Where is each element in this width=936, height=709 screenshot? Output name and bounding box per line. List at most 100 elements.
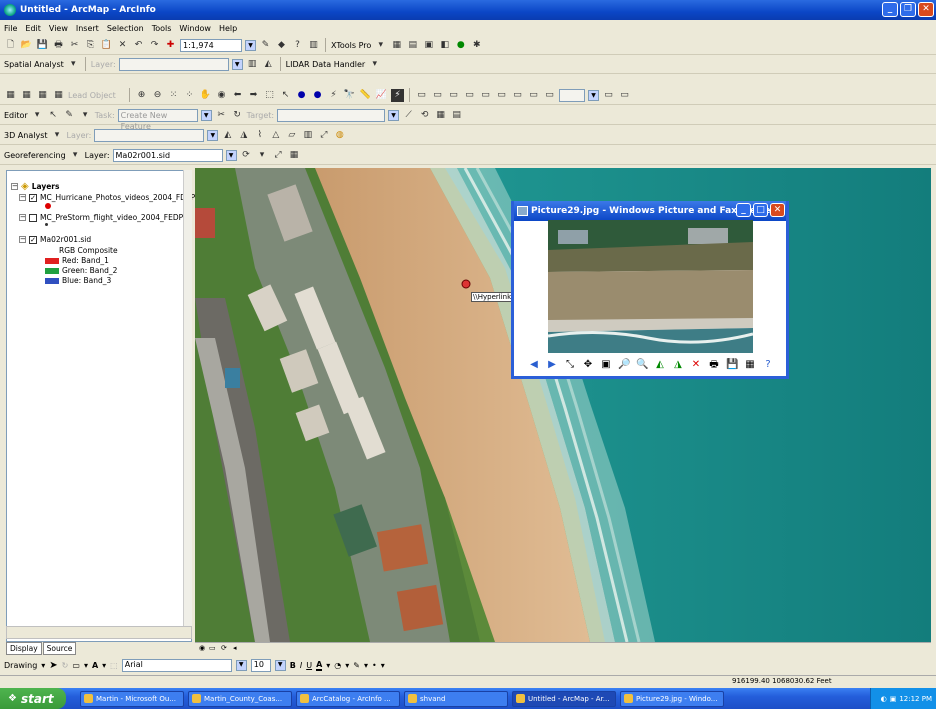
minimize-button[interactable]: _ xyxy=(882,2,898,17)
drawing-dropdown-icon[interactable]: ▾ xyxy=(41,661,45,670)
editor-dropdown-icon[interactable]: ▾ xyxy=(31,109,44,122)
slideshow-icon[interactable]: ▣ xyxy=(600,359,612,371)
rectangle-icon[interactable]: ▭ xyxy=(72,661,80,670)
catalog-icon[interactable]: ▣ xyxy=(422,39,435,52)
sa-layer-combo[interactable] xyxy=(118,57,229,71)
georef-dropdown-icon[interactable]: ▾ xyxy=(69,149,82,162)
print-icon[interactable]: 🖶 xyxy=(708,359,720,371)
georeferencing-menu[interactable]: Georeferencing xyxy=(4,151,66,160)
collapse-icon[interactable]: − xyxy=(19,194,26,201)
font-size-combo[interactable]: 10 xyxy=(250,658,271,672)
toolbar-icon-2[interactable]: ▦ xyxy=(20,89,33,102)
toc-layer[interactable]: − MC_PreStorm_flight_video_2004_FEDP xyxy=(19,213,183,222)
delete-icon[interactable]: ✕ xyxy=(116,39,129,52)
sketch-properties-icon[interactable]: ▤ xyxy=(450,109,463,122)
model-icon[interactable]: ▥ xyxy=(307,39,320,52)
layer-checkbox[interactable]: ✓ xyxy=(29,193,37,202)
start-button[interactable]: ❖ start xyxy=(0,688,66,709)
line-color-icon[interactable]: ✎ xyxy=(353,661,360,670)
taskbar-item[interactable]: ArcCatalog - ArcInfo ... xyxy=(296,690,400,707)
contour-icon[interactable]: ◭ xyxy=(262,58,275,71)
tab-source[interactable]: Source xyxy=(42,642,77,655)
target-dropdown-icon[interactable]: ▼ xyxy=(388,109,400,121)
close-button[interactable]: ✕ xyxy=(918,2,934,17)
toc-root[interactable]: − ◈ Layers xyxy=(11,181,59,192)
lidar-dropdown-icon[interactable]: ▾ xyxy=(368,58,381,71)
collapse-icon[interactable]: − xyxy=(11,183,18,190)
add-data-icon[interactable]: ✚ xyxy=(164,39,177,52)
identify-icon[interactable]: ● xyxy=(295,89,308,102)
viewer-maximize-button[interactable]: □ xyxy=(753,203,768,217)
menu-file[interactable]: File xyxy=(4,24,17,33)
arcscene-icon[interactable]: ◍ xyxy=(333,129,346,142)
zoom-in-icon[interactable]: ⊕ xyxy=(135,89,148,102)
layer-checkbox[interactable] xyxy=(29,213,37,222)
back-extent-icon[interactable]: ⬅ xyxy=(231,89,244,102)
3d-icon-6[interactable]: ▥ xyxy=(301,129,314,142)
rotate-raster-icon[interactable]: ⟳ xyxy=(240,149,253,162)
full-extent-icon[interactable]: ◉ xyxy=(215,89,228,102)
menu-edit[interactable]: Edit xyxy=(25,24,41,33)
undo-icon[interactable]: ↶ xyxy=(132,39,145,52)
3d-analyst-dropdown-icon[interactable]: ▾ xyxy=(51,129,64,142)
georef-layer-combo[interactable]: Ma02r001.sid xyxy=(112,148,223,162)
menu-insert[interactable]: Insert xyxy=(76,24,99,33)
toc-horizontal-scrollbar[interactable] xyxy=(6,626,192,639)
bold-button[interactable]: B xyxy=(290,661,296,670)
scale-dropdown-icon[interactable]: ▼ xyxy=(245,39,256,51)
arctoolbox-icon[interactable]: ◆ xyxy=(275,39,288,52)
window-titlebar[interactable]: Untitled - ArcMap - ArcInfo _ ❐ ✕ xyxy=(0,0,936,20)
rectangle-dropdown-icon[interactable]: ▾ xyxy=(84,661,88,670)
identify-settings-icon[interactable]: ◧ xyxy=(438,39,451,52)
add-control-points-icon[interactable]: ⤢ xyxy=(272,149,285,162)
layout-icon-8[interactable]: ▭ xyxy=(527,89,540,102)
taskbar-item[interactable]: Picture29.jpg - Windo... xyxy=(620,690,724,707)
restore-button[interactable]: ❐ xyxy=(900,2,916,17)
3d-layer-combo[interactable] xyxy=(94,128,205,142)
measure-icon[interactable]: 📏 xyxy=(359,89,372,102)
drawing-menu[interactable]: Drawing xyxy=(4,661,37,670)
target-combo[interactable] xyxy=(277,108,386,122)
3d-layer-dropdown-icon[interactable]: ▼ xyxy=(207,129,219,141)
zoom-out-icon[interactable]: 🔍 xyxy=(636,359,648,371)
new-text-icon[interactable]: A xyxy=(92,661,98,670)
marker-color-icon[interactable]: • xyxy=(372,661,377,670)
3d-analyst-menu[interactable]: 3D Analyst xyxy=(4,131,48,140)
cut-icon[interactable]: ✂ xyxy=(68,39,81,52)
rotate-element-icon[interactable]: ↻ xyxy=(62,661,69,670)
layout-icon-10[interactable]: ▭ xyxy=(602,89,615,102)
task-dropdown-icon[interactable]: ▼ xyxy=(200,109,212,121)
picture-viewer-window[interactable]: Picture29.jpg - Windows Picture and Fax … xyxy=(511,201,789,379)
save-icon[interactable]: 💾 xyxy=(726,359,738,371)
sketch-tool-icon[interactable]: ✎ xyxy=(63,109,76,122)
select-elements-icon[interactable]: ↖ xyxy=(279,89,292,102)
editor-toolbar-icon[interactable]: ✎ xyxy=(259,39,272,52)
print-icon[interactable]: 🖶 xyxy=(52,39,65,52)
python-icon[interactable]: ✱ xyxy=(470,39,483,52)
font-dropdown-icon[interactable]: ▼ xyxy=(235,659,247,671)
sa-layer-dropdown-icon[interactable]: ▼ xyxy=(231,58,243,70)
next-image-icon[interactable]: ▶ xyxy=(546,359,558,371)
green-circle-icon[interactable]: ● xyxy=(454,39,467,52)
taskbar-item[interactable]: shvand xyxy=(404,690,508,707)
histogram-icon[interactable]: ▥ xyxy=(246,58,259,71)
italic-button[interactable]: I xyxy=(300,661,302,670)
best-fit-icon[interactable]: ⤡ xyxy=(564,359,576,371)
volume-icon[interactable]: ▣ xyxy=(890,695,897,703)
menu-help[interactable]: Help xyxy=(219,24,237,33)
data-view-icon[interactable]: ◉ xyxy=(199,644,205,652)
font-size-dropdown-icon[interactable]: ▼ xyxy=(274,659,286,671)
layout-icon-6[interactable]: ▭ xyxy=(495,89,508,102)
font-color-icon[interactable]: A xyxy=(316,660,323,671)
collapse-icon[interactable]: − xyxy=(19,236,26,243)
paste-icon[interactable]: 📋 xyxy=(100,39,113,52)
edit-tool-icon[interactable]: ↖ xyxy=(47,109,60,122)
rotate-clockwise-icon[interactable]: ◭ xyxy=(654,359,666,371)
edit-icon[interactable]: ▦ xyxy=(744,359,756,371)
spatial-analyst-dropdown-icon[interactable]: ▾ xyxy=(67,58,80,71)
3d-icon-4[interactable]: △ xyxy=(269,129,282,142)
line-color-dropdown-icon[interactable]: ▾ xyxy=(364,661,368,670)
lead-object-button[interactable]: Lead Object xyxy=(68,91,124,100)
3d-icon-7[interactable]: ⤢ xyxy=(317,129,330,142)
marker-color-dropdown-icon[interactable]: ▾ xyxy=(381,661,385,670)
